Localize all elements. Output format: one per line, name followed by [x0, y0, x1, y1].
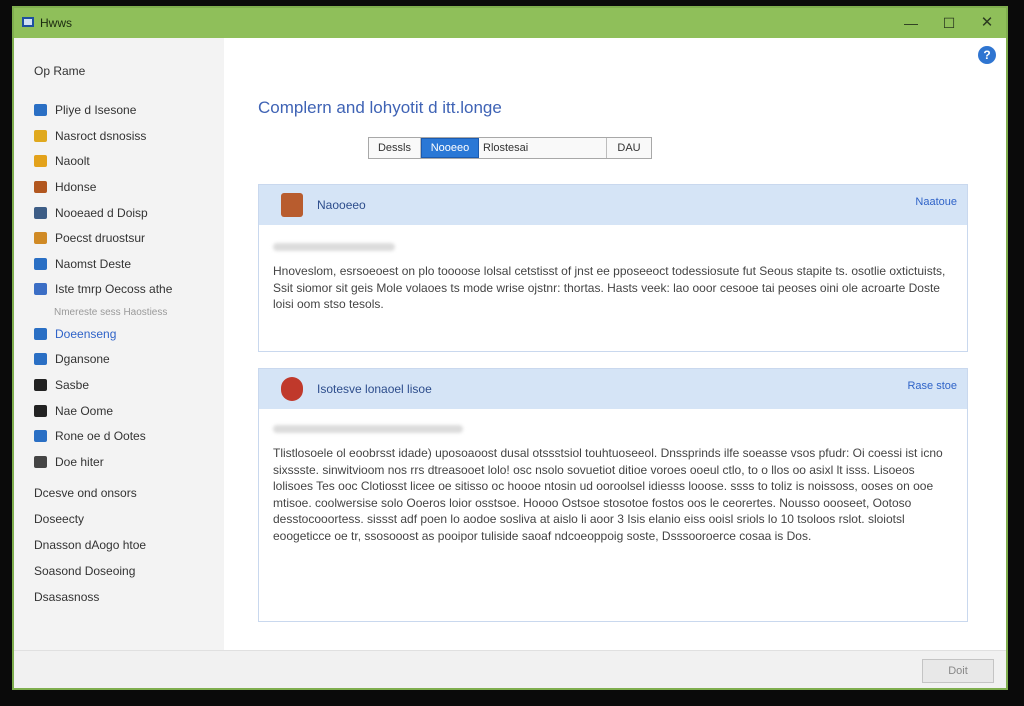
card-link[interactable]: Naatoue: [915, 196, 957, 208]
sidebar-item-icon: [34, 379, 47, 391]
footer-bar: Doit: [14, 650, 1006, 688]
main-content: ? Complern and lohyotit d itt.longe Dess…: [224, 38, 1006, 650]
sidebar-item-icon: [34, 232, 47, 244]
sidebar-link-5[interactable]: Dsasasnoss: [34, 590, 99, 604]
close-button[interactable]: ✕: [972, 12, 1002, 34]
window-title: Hwws: [40, 16, 72, 30]
sidebar-item-label: Hdonse: [55, 180, 97, 194]
card-title: Isotesve lonaoel lisoe: [317, 382, 432, 396]
sidebar-link-1[interactable]: Dcesve ond onsors: [34, 486, 137, 500]
sidebar-item-1[interactable]: Pliye d Isesone: [34, 100, 220, 120]
sidebar-item-icon: [34, 130, 47, 142]
sidebar-item-icon: [34, 155, 47, 167]
card-link[interactable]: Rase stoe: [907, 380, 957, 392]
sidebar-item-icon: [34, 258, 47, 270]
sidebar-item-label: Nasroct dsnosiss: [55, 129, 147, 143]
sidebar-link-3[interactable]: Dnasson dAogo htoe: [34, 538, 146, 552]
sidebar-item-label: Iste tmrp Oecoss athe: [55, 282, 173, 296]
sidebar-item-icon: [34, 353, 47, 365]
info-card-1: Naooeeo Naatoue Hnoveslom, esrsoeoest on…: [258, 184, 968, 352]
blurred-heading: [273, 243, 395, 251]
sidebar-item-label: Poecst druostsur: [55, 231, 146, 245]
sidebar-item-label: Naomst Deste: [55, 257, 132, 271]
sidebar-link-4[interactable]: Soasond Doseoing: [34, 564, 135, 578]
sidebar-item-10[interactable]: Sasbe: [34, 375, 220, 395]
sidebar-item-3[interactable]: Naoolt: [34, 151, 220, 171]
sidebar-item-icon: [34, 181, 47, 193]
sidebar-item-8[interactable]: Iste tmrp Oecoss athe: [34, 279, 220, 299]
maximize-button[interactable]: ☐: [934, 12, 964, 34]
card-body-text: Hnoveslom, esrsoeoest on plo toooose lol…: [273, 264, 946, 311]
sidebar-item-label: Dgansone: [55, 352, 110, 366]
sidebar-item-4[interactable]: Hdonse: [34, 177, 220, 197]
sidebar-item-label: Doe hiter: [55, 455, 104, 469]
sidebar-item-icon: [34, 405, 47, 417]
segment-3[interactable]: Rlostesai: [479, 138, 607, 158]
sidebar-item-icon: [34, 104, 47, 116]
sidebar-home-link[interactable]: Op Rame: [34, 64, 85, 78]
done-button[interactable]: Doit: [922, 659, 994, 683]
sidebar-item-label: Nooeaed d Doisp: [55, 206, 148, 220]
badge-icon: [281, 377, 303, 401]
sidebar-item-label: Nae Oome: [55, 404, 114, 418]
blurred-heading: [273, 425, 463, 433]
title-bar[interactable]: Hwws — ☐ ✕: [14, 8, 1006, 38]
page-title: Complern and lohyotit d itt.longe: [258, 98, 502, 117]
info-card-2: Isotesve lonaoel lisoe Rase stoe Tlistlo…: [258, 368, 968, 622]
card-header: Naooeeo Naatoue: [259, 185, 967, 225]
sidebar-item-12[interactable]: Rone oe d Ootes: [34, 426, 220, 446]
app-window: Hwws — ☐ ✕ Op Rame Pliye d Isesone Nasro…: [12, 6, 1008, 690]
sidebar-item-icon: [34, 328, 47, 340]
sidebar-item-icon: [34, 456, 47, 468]
sidebar-item-6[interactable]: Poecst druostsur: [34, 228, 220, 248]
segment-2-selected[interactable]: Nooeeo: [421, 138, 479, 158]
sidebar-item-11[interactable]: Nae Oome: [34, 401, 220, 421]
card-header: Isotesve lonaoel lisoe Rase stoe: [259, 369, 967, 409]
app-icon: [22, 17, 34, 27]
sidebar-item-label: Naoolt: [55, 154, 90, 168]
card-title: Naooeeo: [317, 198, 366, 212]
view-switcher: Dessls Nooeeo Rlostesai DAU: [368, 137, 652, 159]
sidebar-item-13[interactable]: Doe hiter: [34, 452, 220, 472]
sidebar-item-7[interactable]: Naomst Deste: [34, 254, 220, 274]
sidebar-item-label: Pliye d Isesone: [55, 103, 137, 117]
sidebar-item-label: Rone oe d Ootes: [55, 429, 146, 443]
sidebar-item-5[interactable]: Nooeaed d Doisp: [34, 203, 220, 223]
sidebar-item-icon: [34, 207, 47, 219]
sidebar: Op Rame Pliye d Isesone Nasroct dsnosiss…: [14, 38, 224, 650]
card-body-text: Tlistlosoele ol eoobrsst idade) uposoaoo…: [273, 446, 943, 543]
document-icon: [281, 193, 303, 217]
segment-4[interactable]: DAU: [607, 138, 651, 158]
sidebar-item-label: Sasbe: [55, 378, 90, 392]
help-icon[interactable]: ?: [978, 46, 996, 64]
sidebar-item-9[interactable]: Dgansone: [34, 349, 220, 369]
segment-1[interactable]: Dessls: [369, 138, 421, 158]
sidebar-link-2[interactable]: Doseecty: [34, 512, 84, 526]
minimize-button[interactable]: —: [896, 12, 926, 34]
sidebar-section-label: Nmereste sess Haostiess: [54, 307, 168, 318]
sidebar-item-active[interactable]: Doeenseng: [34, 324, 220, 344]
sidebar-item-2[interactable]: Nasroct dsnosiss: [34, 126, 220, 146]
sidebar-item-icon: [34, 283, 47, 295]
sidebar-item-icon: [34, 430, 47, 442]
sidebar-item-label: Doeenseng: [55, 327, 117, 341]
